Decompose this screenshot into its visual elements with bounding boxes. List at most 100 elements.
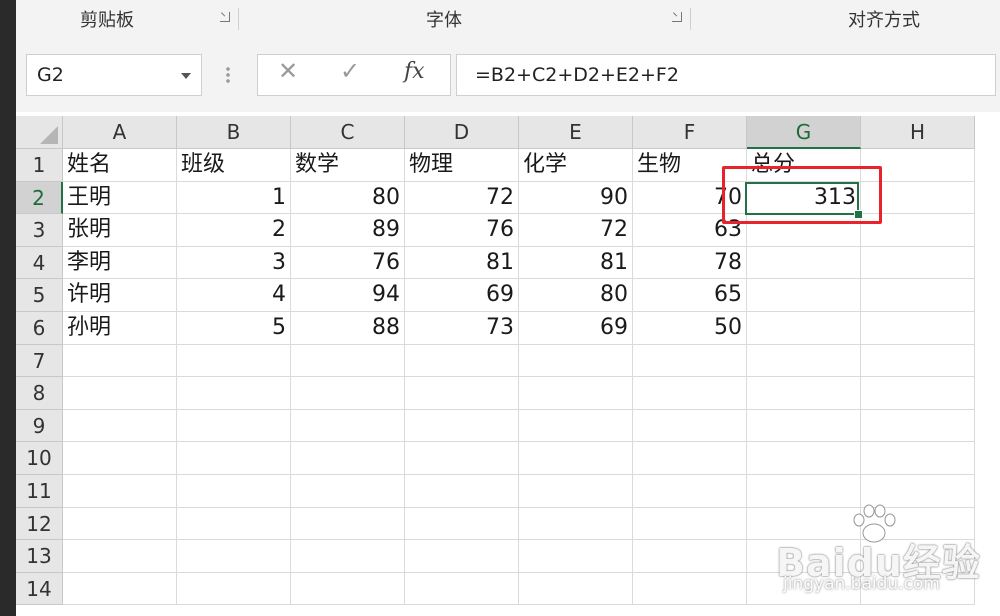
row-header-5[interactable]: 5: [16, 279, 63, 312]
cell-a12[interactable]: [63, 507, 177, 541]
column-header-g[interactable]: G: [747, 116, 861, 149]
cell-b8[interactable]: [177, 377, 291, 410]
cell-b10[interactable]: [177, 442, 291, 475]
cell-d3[interactable]: 76: [405, 214, 519, 247]
cell-h10[interactable]: [861, 442, 975, 475]
row-header-9[interactable]: 9: [16, 409, 63, 443]
cell-c6[interactable]: 88: [291, 312, 405, 345]
cell-a11[interactable]: [63, 475, 177, 508]
column-header-h[interactable]: H: [861, 116, 975, 149]
cell-f4[interactable]: 78: [633, 246, 747, 280]
row-header-11[interactable]: 11: [16, 475, 63, 508]
cell-c10[interactable]: [291, 442, 405, 475]
cell-a14[interactable]: [63, 572, 177, 606]
cell-a1[interactable]: 姓名: [63, 149, 177, 182]
cell-c13[interactable]: [291, 540, 405, 573]
row-header-6[interactable]: 6: [16, 312, 63, 345]
name-box[interactable]: G2: [26, 54, 202, 96]
cell-c5[interactable]: 94: [291, 279, 405, 312]
cell-c4[interactable]: 76: [291, 246, 405, 280]
cell-f14[interactable]: [633, 572, 747, 606]
cell-e8[interactable]: [519, 377, 633, 410]
cell-c1[interactable]: 数学: [291, 149, 405, 182]
cell-h7[interactable]: [861, 344, 975, 378]
cell-a7[interactable]: [63, 344, 177, 378]
cell-a13[interactable]: [63, 540, 177, 573]
cell-a5[interactable]: 许明: [63, 279, 177, 312]
cell-d8[interactable]: [405, 377, 519, 410]
row-header-12[interactable]: 12: [16, 507, 63, 541]
cell-c3[interactable]: 89: [291, 214, 405, 247]
cell-a9[interactable]: [63, 409, 177, 443]
clipboard-dialog-launcher-icon[interactable]: [220, 12, 230, 22]
cell-b1[interactable]: 班级: [177, 149, 291, 182]
cell-e3[interactable]: 72: [519, 214, 633, 247]
row-header-3[interactable]: 3: [16, 214, 63, 247]
row-header-4[interactable]: 4: [16, 246, 63, 280]
cell-f10[interactable]: [633, 442, 747, 475]
cell-d5[interactable]: 69: [405, 279, 519, 312]
cell-e10[interactable]: [519, 442, 633, 475]
cell-b2[interactable]: 1: [177, 181, 291, 215]
cell-g5[interactable]: [747, 279, 861, 312]
cell-a2[interactable]: 王明: [63, 181, 177, 215]
row-header-7[interactable]: 7: [16, 344, 63, 378]
cell-a3[interactable]: 张明: [63, 214, 177, 247]
cell-e4[interactable]: 81: [519, 246, 633, 280]
cell-b6[interactable]: 5: [177, 312, 291, 345]
cell-d7[interactable]: [405, 344, 519, 378]
cell-c11[interactable]: [291, 475, 405, 508]
cell-b4[interactable]: 3: [177, 246, 291, 280]
chevron-down-icon[interactable]: [181, 73, 191, 79]
formula-bar-grip-icon[interactable]: [226, 66, 230, 84]
row-header-14[interactable]: 14: [16, 572, 63, 606]
cell-b7[interactable]: [177, 344, 291, 378]
row-header-1[interactable]: 1: [16, 149, 63, 182]
row-header-8[interactable]: 8: [16, 377, 63, 410]
cell-f12[interactable]: [633, 507, 747, 541]
cell-c14[interactable]: [291, 572, 405, 606]
column-header-b[interactable]: B: [177, 116, 291, 149]
cell-d4[interactable]: 81: [405, 246, 519, 280]
cell-e12[interactable]: [519, 507, 633, 541]
cell-f7[interactable]: [633, 344, 747, 378]
cell-e5[interactable]: 80: [519, 279, 633, 312]
cell-a8[interactable]: [63, 377, 177, 410]
cell-e14[interactable]: [519, 572, 633, 606]
cell-b12[interactable]: [177, 507, 291, 541]
cell-g10[interactable]: [747, 442, 861, 475]
cell-d13[interactable]: [405, 540, 519, 573]
cell-e13[interactable]: [519, 540, 633, 573]
row-header-2[interactable]: 2: [16, 181, 63, 215]
cell-g6[interactable]: [747, 312, 861, 345]
cell-f9[interactable]: [633, 409, 747, 443]
cell-d11[interactable]: [405, 475, 519, 508]
cell-e11[interactable]: [519, 475, 633, 508]
cell-b3[interactable]: 2: [177, 214, 291, 247]
select-all-button[interactable]: [16, 116, 63, 149]
cell-b14[interactable]: [177, 572, 291, 606]
enter-check-icon[interactable]: ✓: [340, 57, 360, 85]
cell-e2[interactable]: 90: [519, 181, 633, 215]
cell-b9[interactable]: [177, 409, 291, 443]
cell-h5[interactable]: [861, 279, 975, 312]
cell-e6[interactable]: 69: [519, 312, 633, 345]
cell-h8[interactable]: [861, 377, 975, 410]
cell-b11[interactable]: [177, 475, 291, 508]
cell-h9[interactable]: [861, 409, 975, 443]
cell-c8[interactable]: [291, 377, 405, 410]
cell-f8[interactable]: [633, 377, 747, 410]
insert-function-icon[interactable]: fx: [404, 59, 425, 84]
cell-d1[interactable]: 物理: [405, 149, 519, 182]
cell-h6[interactable]: [861, 312, 975, 345]
cell-b13[interactable]: [177, 540, 291, 573]
cell-a6[interactable]: 孙明: [63, 312, 177, 345]
cell-h4[interactable]: [861, 246, 975, 280]
cell-d6[interactable]: 73: [405, 312, 519, 345]
cell-e7[interactable]: [519, 344, 633, 378]
cell-g4[interactable]: [747, 246, 861, 280]
cell-f13[interactable]: [633, 540, 747, 573]
font-dialog-launcher-icon[interactable]: [672, 12, 682, 22]
cell-g8[interactable]: [747, 377, 861, 410]
cell-c9[interactable]: [291, 409, 405, 443]
